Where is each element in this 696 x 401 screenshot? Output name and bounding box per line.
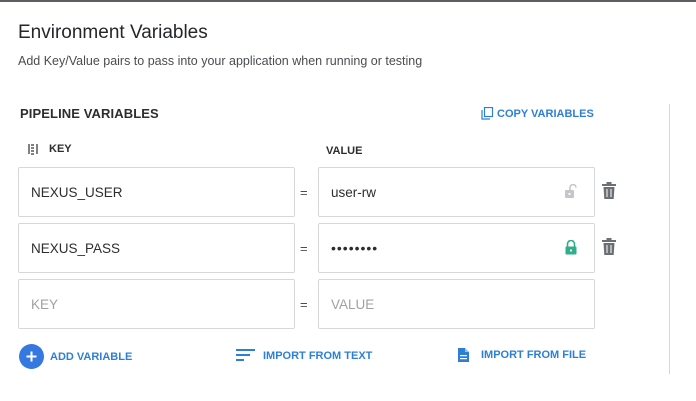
equals-sign: = — [300, 297, 308, 312]
trash-icon[interactable] — [602, 238, 616, 255]
copy-icon — [481, 107, 494, 120]
add-variable-button[interactable]: ADD VARIABLE — [19, 344, 132, 369]
panel-divider — [669, 104, 670, 374]
equals-sign: = — [300, 241, 308, 256]
text-lines-icon — [236, 349, 255, 361]
key-input[interactable]: NEXUS_PASS — [18, 223, 295, 273]
new-variable-row: KEY = VALUE — [18, 279, 618, 331]
trash-icon[interactable] — [602, 182, 616, 199]
key-column-header: KEY — [27, 142, 72, 156]
value-placeholder-input[interactable]: VALUE — [318, 279, 595, 329]
import-from-file-button[interactable]: IMPORT FROM FILE — [458, 348, 586, 362]
window-top-border — [0, 0, 696, 2]
value-input-masked[interactable]: •••••••• — [318, 223, 595, 273]
copy-variables-label: COPY VARIABLES — [497, 107, 594, 120]
key-input[interactable]: NEXUS_USER — [18, 167, 295, 217]
key-header-label: KEY — [49, 143, 72, 155]
copy-variables-button[interactable]: COPY VARIABLES — [481, 107, 594, 120]
import-file-label: IMPORT FROM FILE — [481, 349, 587, 361]
section-title: PIPELINE VARIABLES — [20, 106, 159, 121]
sort-icon[interactable] — [27, 142, 39, 156]
lock-icon[interactable] — [564, 240, 578, 255]
page-subtitle: Add Key/Value pairs to pass into your ap… — [18, 54, 423, 68]
add-variable-label: ADD VARIABLE — [50, 350, 133, 363]
variable-row: NEXUS_USER = user-rw — [18, 167, 618, 219]
variable-row: NEXUS_PASS = •••••••• — [18, 223, 618, 275]
file-icon — [458, 348, 469, 362]
value-input[interactable]: user-rw — [318, 167, 595, 217]
import-from-text-button[interactable]: IMPORT FROM TEXT — [236, 349, 372, 362]
value-column-header: VALUE — [326, 145, 363, 157]
actions-bar: ADD VARIABLE IMPORT FROM TEXT IMPORT FRO… — [0, 344, 696, 370]
page-title: Environment Variables — [18, 22, 208, 43]
key-placeholder-input[interactable]: KEY — [18, 279, 295, 329]
import-text-label: IMPORT FROM TEXT — [263, 349, 373, 362]
plus-icon — [19, 344, 44, 369]
unlock-icon[interactable] — [564, 184, 578, 199]
equals-sign: = — [300, 185, 308, 200]
